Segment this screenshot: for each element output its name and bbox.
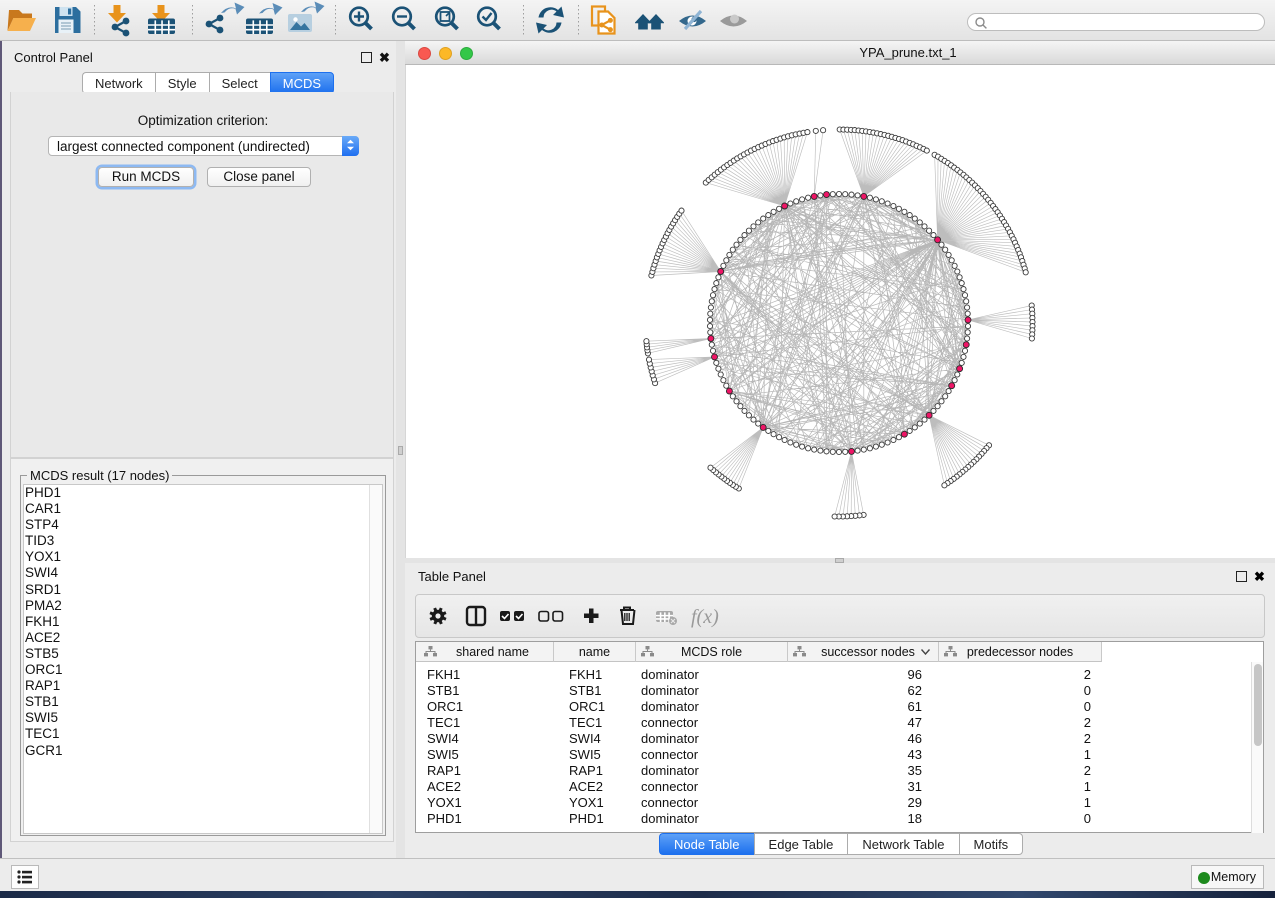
svg-text:f(x): f(x) [691, 606, 719, 628]
